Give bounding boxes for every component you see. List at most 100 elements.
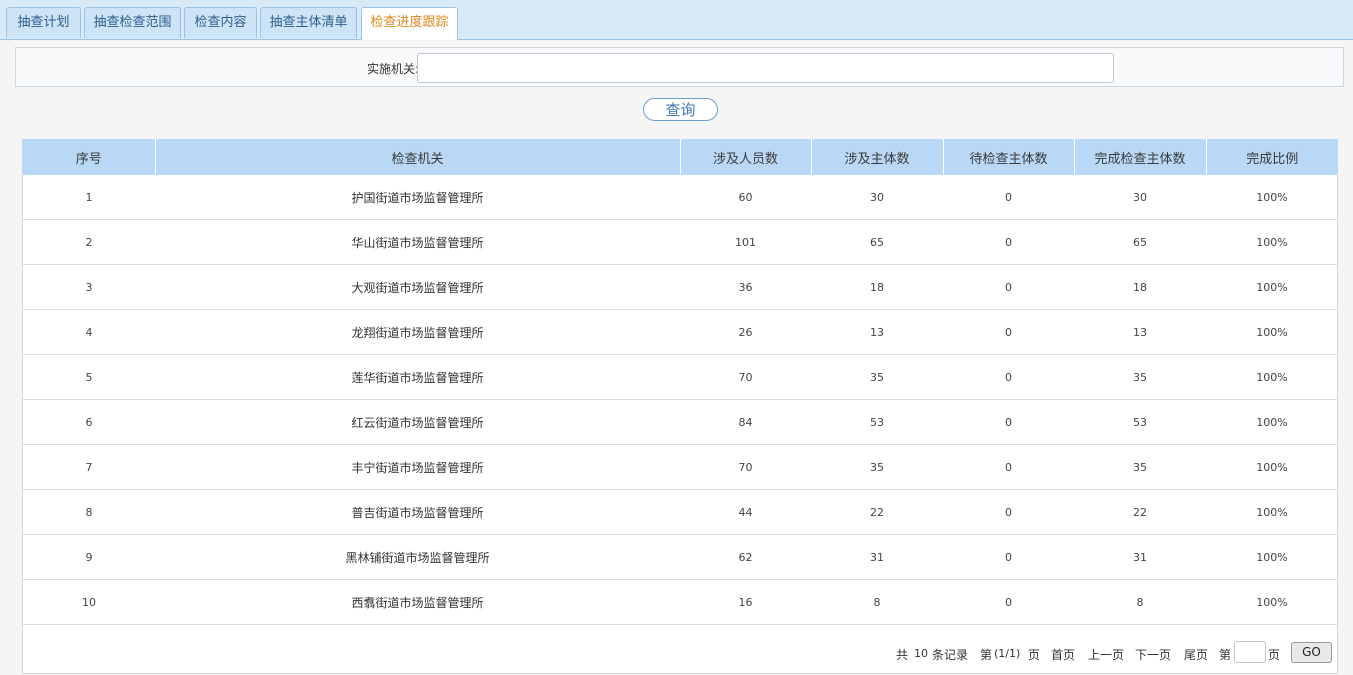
filter-panel: 实施机关: [15,47,1344,87]
cell-personnel-count: 16 [680,579,811,625]
pager-page-prefix: 第 [980,648,993,662]
cell-pending-count: 0 [943,264,1074,310]
table-row: 10 西翥街道市场监督管理所 16 8 0 8 100% [23,579,1338,625]
header-agency[interactable]: 检查机关 [155,139,681,175]
cell-subject-count: 35 [811,444,943,490]
next-page-link[interactable]: 下一页 [1135,646,1171,663]
prev-page-link[interactable]: 上一页 [1088,646,1124,663]
cell-personnel-count: 60 [680,175,811,220]
cell-subject-count: 13 [811,309,943,355]
header-completion-ratio[interactable]: 完成比例 [1206,139,1338,175]
cell-completed-count: 65 [1074,219,1206,265]
table-row: 5 莲华街道市场监督管理所 70 35 0 35 100% [23,354,1338,400]
cell-agency: 普吉街道市场监督管理所 [155,489,680,535]
cell-subject-count: 8 [811,579,943,625]
cell-pending-count: 0 [943,309,1074,355]
filter-label: 实施机关: [366,62,419,76]
cell-pending-count: 0 [943,534,1074,580]
cell-completion-ratio: 100% [1206,175,1338,220]
cell-subject-count: 35 [811,354,943,400]
cell-completion-ratio: 100% [1206,579,1338,625]
cell-index: 3 [23,264,155,310]
cell-index: 7 [23,444,155,490]
cell-index: 2 [23,219,155,265]
cell-pending-count: 0 [943,354,1074,400]
pager-page-info: (1/1) [994,647,1021,660]
cell-index: 8 [23,489,155,535]
cell-pending-count: 0 [943,489,1074,535]
tab-plan[interactable]: 抽查计划 [6,7,81,38]
cell-completion-ratio: 100% [1206,264,1338,310]
table-row: 7 丰宁街道市场监督管理所 70 35 0 35 100% [23,444,1338,490]
first-page-link[interactable]: 首页 [1051,646,1075,663]
cell-completed-count: 31 [1074,534,1206,580]
cell-pending-count: 0 [943,175,1074,220]
go-button[interactable]: GO [1291,642,1332,663]
tab-bar: 抽查计划 抽查检查范围 检查内容 抽查主体清单 检查进度跟踪 [0,0,1353,40]
cell-completed-count: 30 [1074,175,1206,220]
cell-index: 1 [23,175,155,220]
cell-personnel-count: 70 [680,444,811,490]
content-area: 实施机关: 查询 序号 检查机关 涉及人员数 涉及主体数 待检查主体数 完成检查… [0,40,1353,675]
cell-agency: 大观街道市场监督管理所 [155,264,680,310]
goto-page-input[interactable] [1234,641,1266,663]
cell-completion-ratio: 100% [1206,489,1338,535]
pager-total-prefix: 共 [896,648,909,662]
cell-completion-ratio: 100% [1206,219,1338,265]
cell-personnel-count: 36 [680,264,811,310]
implementing-agency-input[interactable] [417,53,1114,83]
last-page-link[interactable]: 尾页 [1184,646,1208,663]
cell-completion-ratio: 100% [1206,444,1338,490]
cell-index: 6 [23,399,155,445]
cell-completed-count: 13 [1074,309,1206,355]
cell-completion-ratio: 100% [1206,399,1338,445]
tab-scope[interactable]: 抽查检查范围 [84,7,181,38]
cell-agency: 西翥街道市场监督管理所 [155,579,680,625]
header-completed-count[interactable]: 完成检查主体数 [1074,139,1207,175]
cell-completion-ratio: 100% [1206,309,1338,355]
cell-agency: 红云街道市场监督管理所 [155,399,680,445]
cell-pending-count: 0 [943,399,1074,445]
cell-subject-count: 31 [811,534,943,580]
cell-subject-count: 53 [811,399,943,445]
cell-agency: 护国街道市场监督管理所 [155,175,680,220]
table-row: 3 大观街道市场监督管理所 36 18 0 18 100% [23,264,1338,310]
tab-subject-list[interactable]: 抽查主体清单 [260,7,357,38]
table-row: 8 普吉街道市场监督管理所 44 22 0 22 100% [23,489,1338,535]
cell-index: 10 [23,579,155,625]
cell-completion-ratio: 100% [1206,354,1338,400]
table-row: 4 龙翔街道市场监督管理所 26 13 0 13 100% [23,309,1338,355]
cell-pending-count: 0 [943,444,1074,490]
table-row: 6 红云街道市场监督管理所 84 53 0 53 100% [23,399,1338,445]
cell-personnel-count: 44 [680,489,811,535]
pager-total-suffix: 条记录 [932,648,969,662]
cell-personnel-count: 101 [680,219,811,265]
table-row: 2 华山街道市场监督管理所 101 65 0 65 100% [23,219,1338,265]
query-button[interactable]: 查询 [643,98,718,121]
cell-agency: 华山街道市场监督管理所 [155,219,680,265]
pager-total-count: 10 [914,647,928,660]
cell-agency: 莲华街道市场监督管理所 [155,354,680,400]
cell-subject-count: 22 [811,489,943,535]
cell-index: 9 [23,534,155,580]
cell-completed-count: 22 [1074,489,1206,535]
cell-pending-count: 0 [943,579,1074,625]
pager-page-suffix: 页 [1028,648,1041,662]
header-pending-count[interactable]: 待检查主体数 [943,139,1075,175]
tab-content[interactable]: 检查内容 [184,7,257,38]
table-header-row: 序号 检查机关 涉及人员数 涉及主体数 待检查主体数 完成检查主体数 完成比例 [23,139,1338,175]
pagination: 共 10 条记录 第 (1/1) 页 首页 上一页 下一页 尾页 第 页 GO [23,634,1337,674]
cell-completion-ratio: 100% [1206,534,1338,580]
progress-table: 序号 检查机关 涉及人员数 涉及主体数 待检查主体数 完成检查主体数 完成比例 … [23,139,1338,625]
cell-completed-count: 18 [1074,264,1206,310]
cell-index: 4 [23,309,155,355]
tab-progress-tracking[interactable]: 检查进度跟踪 [361,7,458,40]
cell-agency: 龙翔街道市场监督管理所 [155,309,680,355]
cell-personnel-count: 70 [680,354,811,400]
progress-table-container: 序号 检查机关 涉及人员数 涉及主体数 待检查主体数 完成检查主体数 完成比例 … [22,139,1338,674]
cell-personnel-count: 84 [680,399,811,445]
cell-completed-count: 35 [1074,354,1206,400]
header-personnel-count[interactable]: 涉及人员数 [680,139,812,175]
header-subject-count[interactable]: 涉及主体数 [811,139,944,175]
header-index[interactable]: 序号 [23,139,156,175]
